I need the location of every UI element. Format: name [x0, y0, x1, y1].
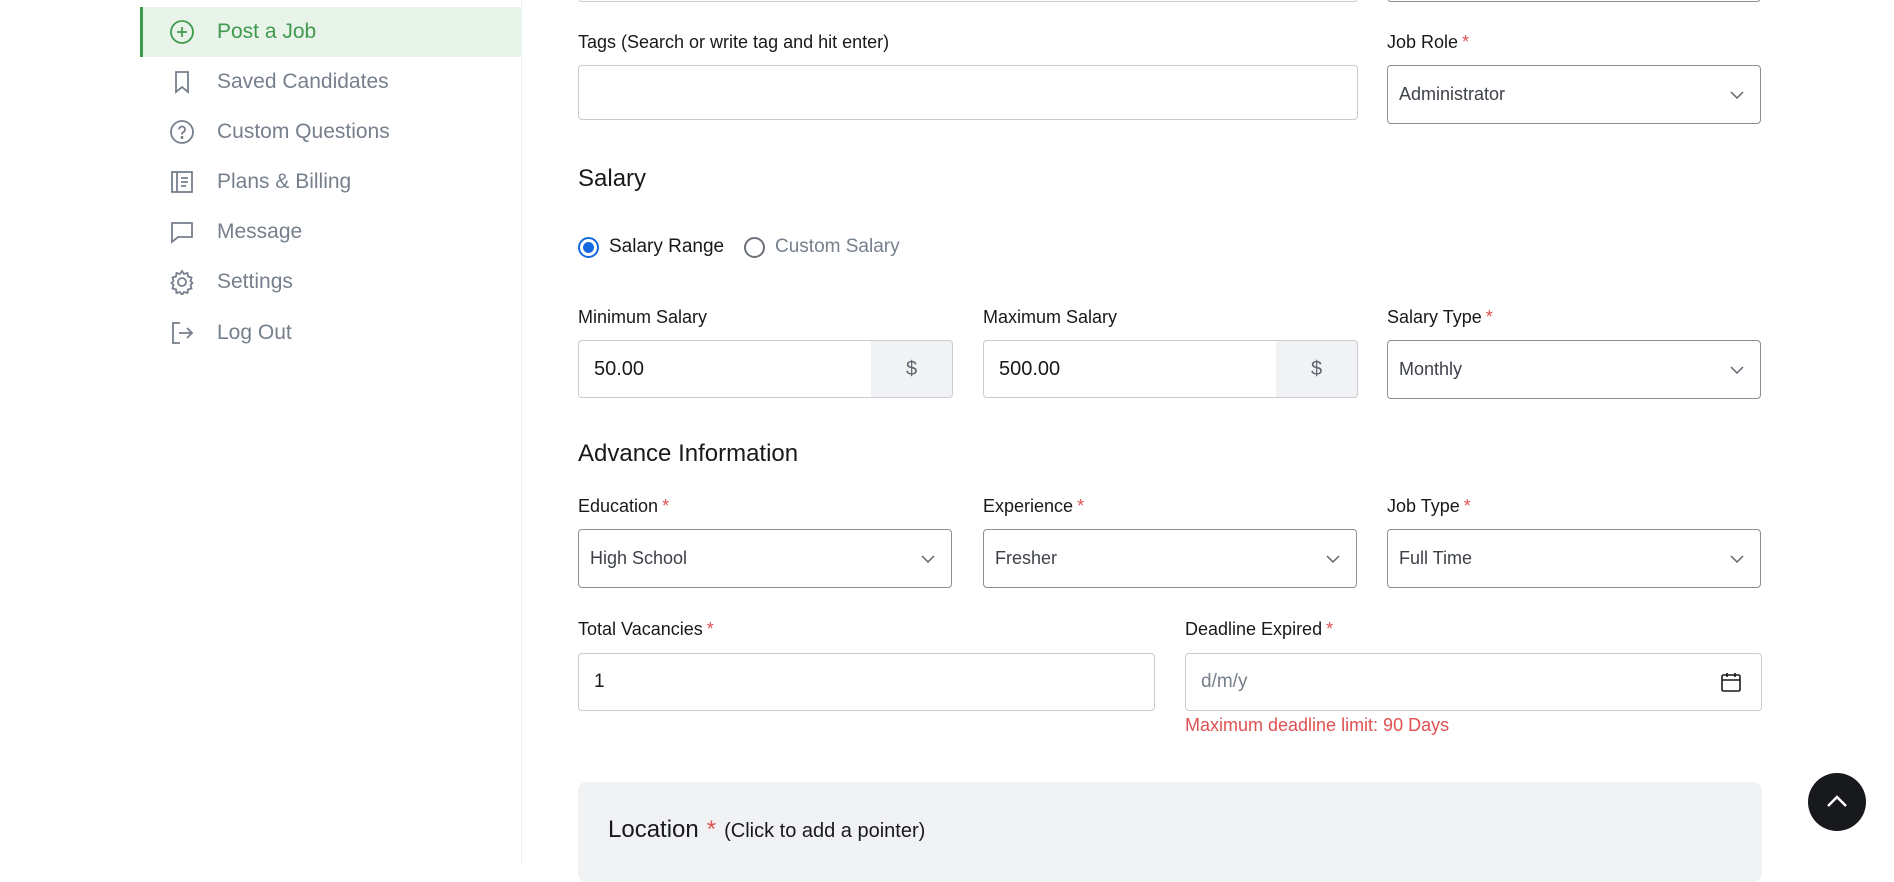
location-section[interactable]: Location * (Click to add a pointer)	[578, 782, 1762, 882]
logout-icon	[169, 320, 195, 346]
salary-type-select[interactable]: Monthly	[1387, 340, 1761, 399]
salary-type-value: Monthly	[1399, 359, 1463, 379]
tags-input[interactable]	[578, 65, 1358, 120]
maximum-salary-label: Maximum Salary	[983, 307, 1118, 327]
chevron-up-icon	[1827, 795, 1847, 807]
minimum-salary-input[interactable]: 50.00	[578, 340, 871, 398]
radio-unselected-icon	[744, 236, 765, 258]
experience-label: Experience *	[983, 496, 1085, 516]
job-type-label: Job Type *	[1387, 496, 1471, 516]
custom-salary-radio[interactable]: Custom Salary	[744, 236, 900, 258]
job-type-value: Full Time	[1399, 548, 1473, 568]
deadline-expired-label: Deadline Expired *	[1185, 619, 1334, 639]
experience-select[interactable]: Fresher	[983, 529, 1357, 588]
currency-addon: $	[871, 340, 953, 398]
salary-type-label: Salary Type *	[1387, 307, 1493, 327]
calendar-icon[interactable]	[1719, 670, 1743, 694]
salary-section-title: Salary	[578, 165, 647, 192]
sidebar: Post a Job Saved Candidates Custom Quest…	[0, 0, 522, 863]
message-icon	[169, 219, 195, 245]
sidebar-item-label: Message	[217, 220, 303, 243]
previous-field-cutoff	[578, 0, 1358, 2]
currency-addon: $	[1276, 340, 1358, 398]
deadline-date-input[interactable]: d/m/y	[1185, 653, 1762, 711]
job-type-select[interactable]: Full Time	[1387, 529, 1761, 588]
tags-label: Tags (Search or write tag and hit enter)	[578, 32, 890, 52]
total-vacancies-input[interactable]: 1	[578, 653, 1155, 711]
salary-range-radio[interactable]: Salary Range	[578, 236, 724, 258]
sidebar-item-plans-billing[interactable]: Plans & Billing	[140, 157, 522, 207]
sidebar-item-settings[interactable]: Settings	[140, 257, 522, 307]
scroll-to-top-button[interactable]	[1808, 773, 1866, 831]
billing-document-icon	[169, 169, 195, 195]
education-label: Education *	[578, 496, 670, 516]
sidebar-item-label: Saved Candidates	[217, 70, 389, 93]
sidebar-item-label: Post a Job	[217, 20, 317, 43]
education-select[interactable]: High School	[578, 529, 952, 588]
bookmark-icon	[169, 69, 195, 95]
job-role-label: Job Role *	[1387, 32, 1470, 52]
sidebar-item-post-a-job[interactable]: Post a Job	[140, 7, 522, 57]
chevron-down-icon	[1326, 554, 1340, 563]
sidebar-item-custom-questions[interactable]: Custom Questions	[140, 107, 522, 157]
education-value: High School	[590, 548, 688, 568]
sidebar-item-log-out[interactable]: Log Out	[140, 308, 522, 358]
deadline-error-message: Maximum deadline limit: 90 Days	[1185, 715, 1450, 735]
job-role-value: Administrator	[1399, 84, 1506, 104]
location-heading: Location * (Click to add a pointer)	[608, 816, 926, 843]
chevron-down-icon	[1730, 365, 1744, 374]
experience-value: Fresher	[995, 548, 1058, 568]
gear-icon	[169, 269, 195, 295]
sidebar-item-message[interactable]: Message	[140, 207, 522, 257]
maximum-salary-input[interactable]: 500.00	[983, 340, 1276, 398]
question-circle-icon	[169, 119, 195, 145]
chevron-down-icon	[1730, 90, 1744, 99]
sidebar-item-label: Log Out	[217, 321, 292, 344]
sidebar-item-saved-candidates[interactable]: Saved Candidates	[140, 57, 522, 107]
previous-select-cutoff	[1387, 0, 1761, 2]
total-vacancies-label: Total Vacancies *	[578, 619, 714, 639]
job-role-select[interactable]: Administrator	[1387, 65, 1761, 124]
chevron-down-icon	[921, 554, 935, 563]
date-placeholder: d/m/y	[1201, 671, 1248, 692]
sidebar-item-label: Custom Questions	[217, 120, 390, 143]
chevron-down-icon	[1730, 554, 1744, 563]
minimum-salary-label: Minimum Salary	[578, 307, 708, 327]
radio-selected-icon	[578, 236, 599, 258]
advance-information-title: Advance Information	[578, 440, 799, 467]
plus-circle-icon	[169, 19, 195, 45]
sidebar-item-label: Settings	[217, 270, 293, 293]
sidebar-item-label: Plans & Billing	[217, 170, 352, 193]
